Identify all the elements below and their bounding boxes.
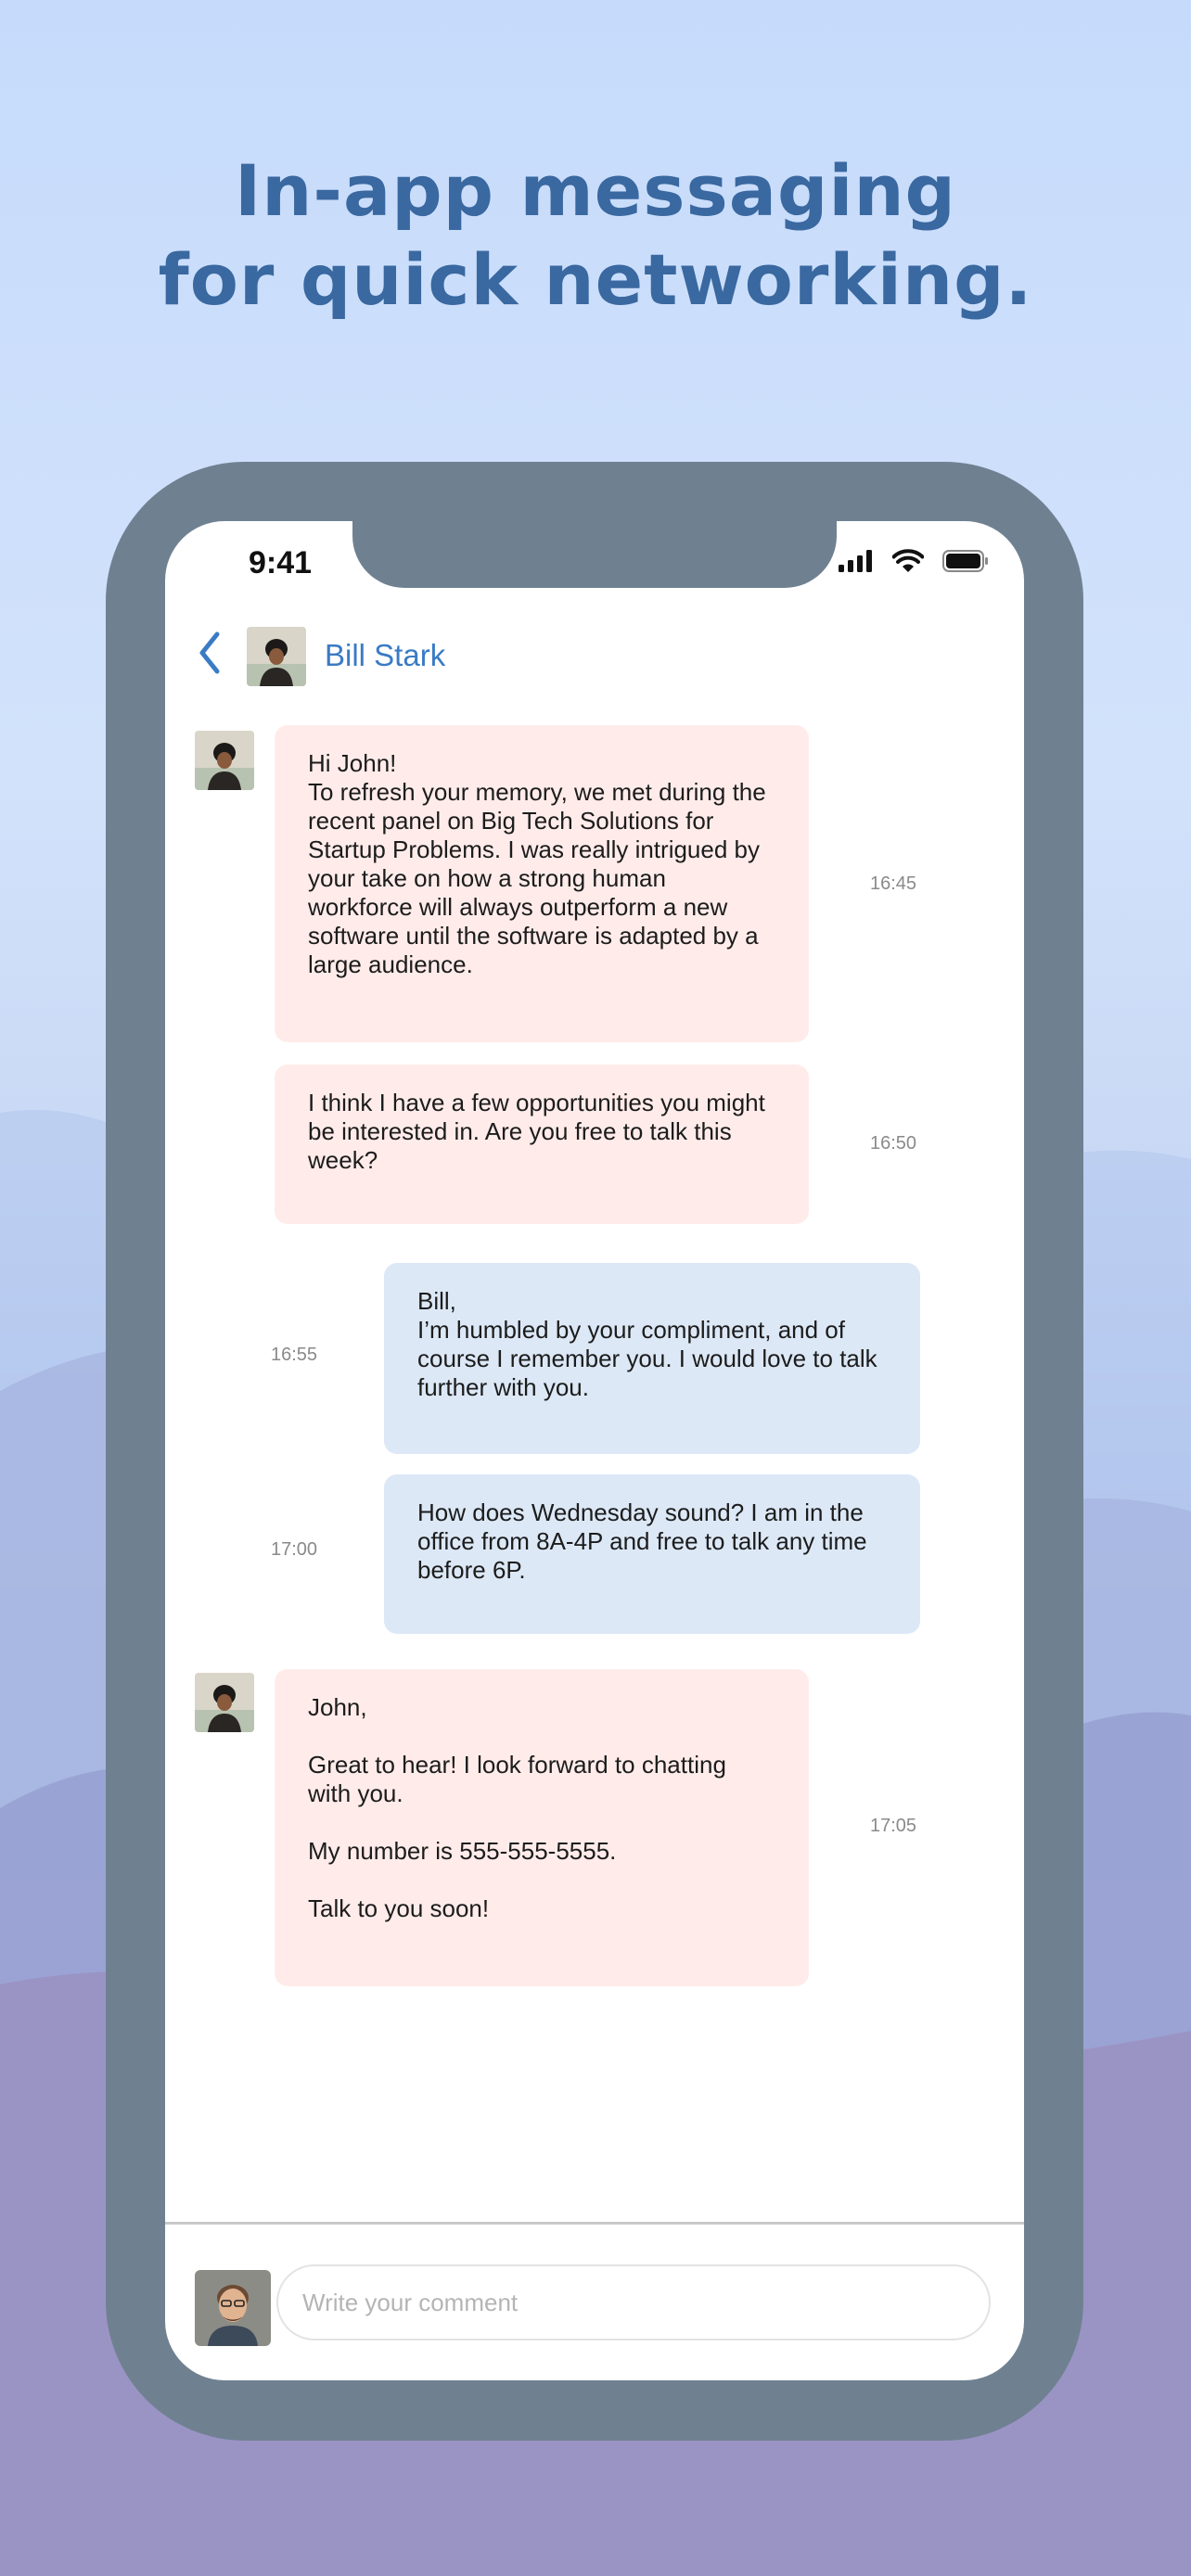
status-time: 9:41 <box>249 545 313 580</box>
composer-divider <box>165 2222 1024 2225</box>
message-text: Hi John! To refresh your memory, we met … <box>308 749 766 978</box>
headline-line-1: In-app messaging <box>235 149 956 232</box>
contact-name[interactable]: Bill Stark <box>325 638 445 673</box>
message-bubble-incoming: I think I have a few opportunities you m… <box>275 1065 809 1224</box>
chevron-left-icon[interactable] <box>193 627 226 679</box>
comment-input[interactable] <box>276 2264 991 2340</box>
headline: In-app messaging for quick networking. <box>0 147 1191 325</box>
sender-avatar <box>195 1673 254 1732</box>
status-icons <box>839 549 989 573</box>
sender-avatar <box>195 731 254 790</box>
message-text: My number is 555-555-5555. <box>308 1837 617 1865</box>
message-timestamp: 16:50 <box>870 1133 917 1154</box>
message-timestamp: 17:00 <box>271 1539 318 1560</box>
message-text: Talk to you soon! <box>308 1894 490 1922</box>
headline-line-2: for quick networking. <box>158 238 1033 321</box>
message-bubble-incoming: Hi John! To refresh your memory, we met … <box>275 725 809 1042</box>
contact-avatar[interactable] <box>247 627 306 686</box>
user-avatar[interactable] <box>195 2270 271 2346</box>
message-text: John, <box>308 1693 367 1721</box>
message-bubble-outgoing: Bill, I’m humbled by your compliment, an… <box>384 1263 920 1454</box>
message-timestamp: 17:05 <box>870 1816 917 1836</box>
message-timestamp: 16:45 <box>870 874 917 894</box>
message-timestamp: 16:55 <box>271 1345 318 1365</box>
phone-notch <box>352 521 837 588</box>
phone-frame: 9:41 Bill Stark Hi John! To refresh your… <box>106 462 1083 2441</box>
message-bubble-incoming: John, Great to hear! I look forward to c… <box>275 1669 809 1986</box>
wifi-icon <box>892 549 924 572</box>
battery-icon <box>942 550 988 572</box>
message-bubble-outgoing: How does Wednesday sound? I am in the of… <box>384 1474 920 1634</box>
chat-header: Bill Stark <box>165 618 1024 692</box>
cellular-signal-icon <box>839 550 872 572</box>
message-text: How does Wednesday sound? I am in the of… <box>417 1498 867 1584</box>
phone-screen: 9:41 Bill Stark Hi John! To refresh your… <box>165 521 1024 2380</box>
message-text: Bill, I’m humbled by your compliment, an… <box>417 1287 877 1401</box>
message-text: I think I have a few opportunities you m… <box>308 1089 765 1174</box>
message-text: Great to hear! I look forward to chattin… <box>308 1751 726 1807</box>
